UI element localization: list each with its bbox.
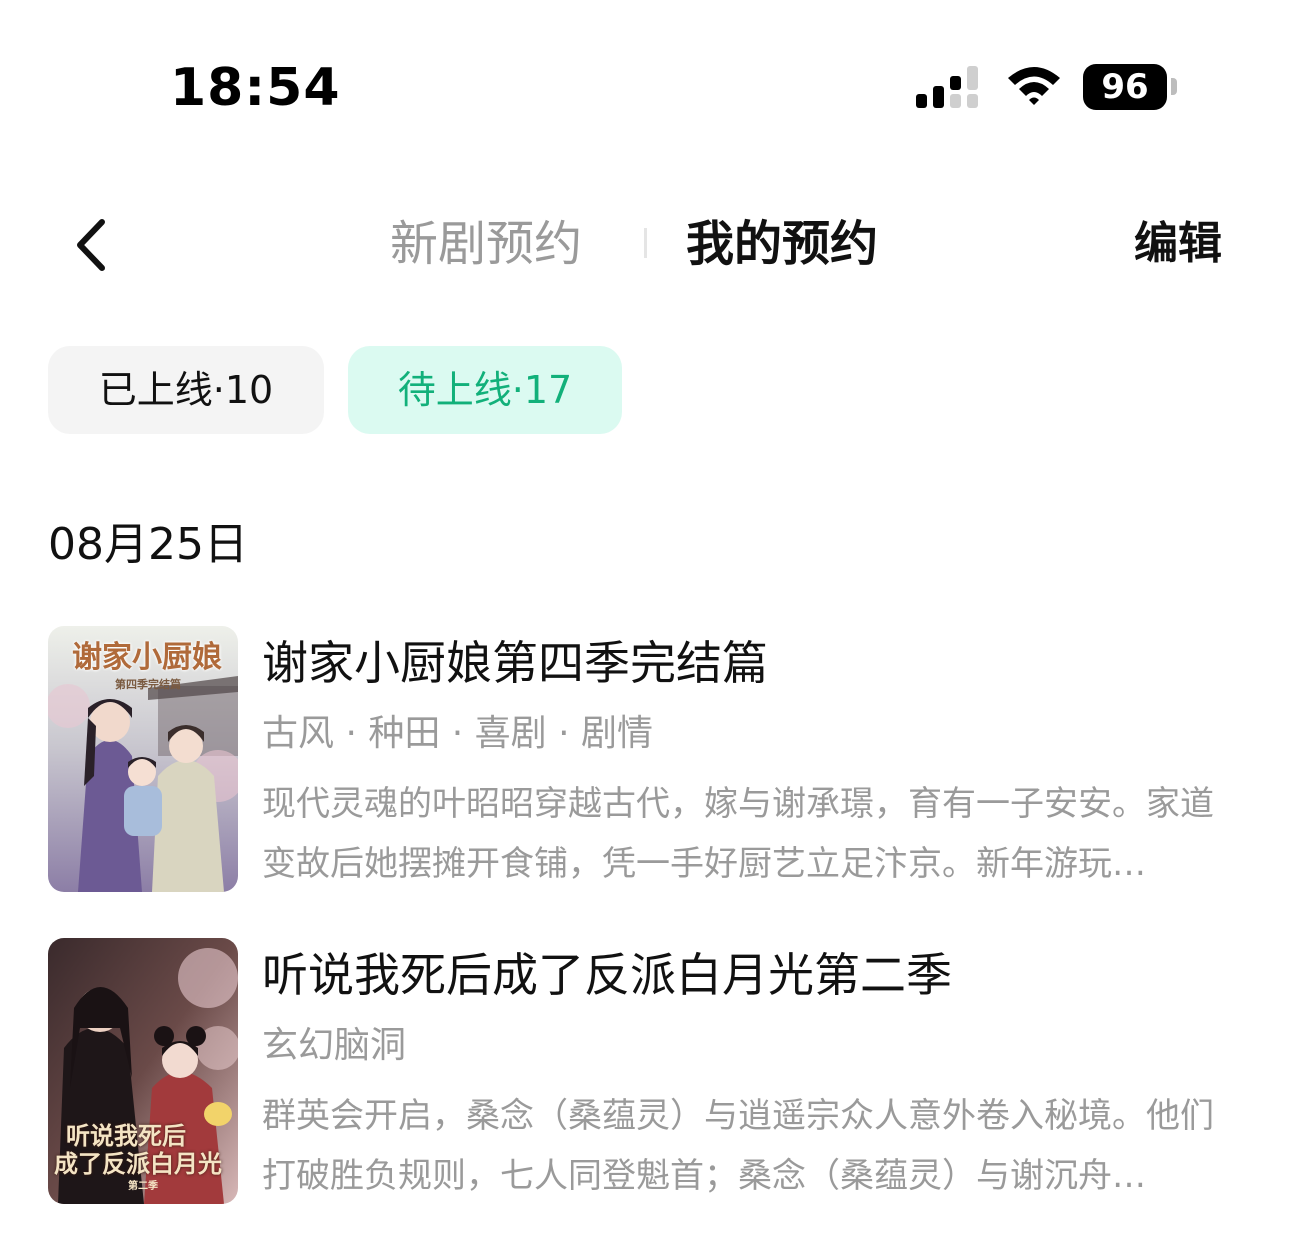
drama-title: 谢家小厨娘第四季完结篇 <box>262 636 768 690</box>
tab-my-reservations[interactable]: 我的预约 <box>686 212 878 276</box>
back-button[interactable] <box>58 210 128 280</box>
status-time: 18:54 <box>170 58 341 118</box>
drama-description: 群英会开启，桑念（桑蕴灵）与逍遥宗众人意外卷入秘境。他们打破胜负规则，七人同登魁… <box>262 1096 1214 1196</box>
poster-title-line2: 成了反派白月光 <box>54 1149 222 1178</box>
drama-title: 听说我死后成了反派白月光第二季 <box>262 948 952 1002</box>
wifi-icon <box>1008 67 1060 105</box>
drama-tags: 古风 · 种田 · 喜剧 · 剧情 <box>262 713 653 754</box>
poster-subtitle: 第四季完结篇 <box>115 678 181 691</box>
drama-poster: 听说我死后 成了反派白月光 第二季 <box>48 938 238 1204</box>
poster-title-line1: 听说我死后 <box>66 1121 186 1150</box>
battery-tip <box>1171 78 1177 95</box>
edit-button[interactable]: 编辑 <box>1134 214 1222 274</box>
filter-chip-online[interactable]: 已上线·10 <box>48 346 324 434</box>
poster-title: 谢家小厨娘 <box>72 640 222 675</box>
battery-indicator: 96 <box>1083 64 1167 110</box>
tab-new-drama-reservation[interactable]: 新剧预约 <box>390 212 582 276</box>
poster-subtitle: 第二季 <box>128 1181 158 1192</box>
cellular-signal-icon <box>916 66 978 108</box>
drama-card[interactable]: 谢家小厨娘 第四季完结篇 谢家小厨娘第四季完结篇 古风 · 种田 · 喜剧 · … <box>48 626 1248 892</box>
drama-tags: 玄幻脑洞 <box>262 1025 407 1066</box>
tab-divider <box>644 228 647 258</box>
drama-poster: 谢家小厨娘 第四季完结篇 <box>48 626 238 892</box>
status-bar: 18:54 96 <box>0 0 1290 150</box>
filter-chip-upcoming[interactable]: 待上线·17 <box>348 346 622 434</box>
drama-description: 现代灵魂的叶昭昭穿越古代，嫁与谢承璟，育有一子安安。家道变故后她摆摊开食铺，凭一… <box>262 784 1214 884</box>
date-header: 08月25日 <box>48 519 248 570</box>
drama-card[interactable]: 听说我死后 成了反派白月光 第二季 听说我死后成了反派白月光第二季 玄幻脑洞 群… <box>48 938 1248 1204</box>
